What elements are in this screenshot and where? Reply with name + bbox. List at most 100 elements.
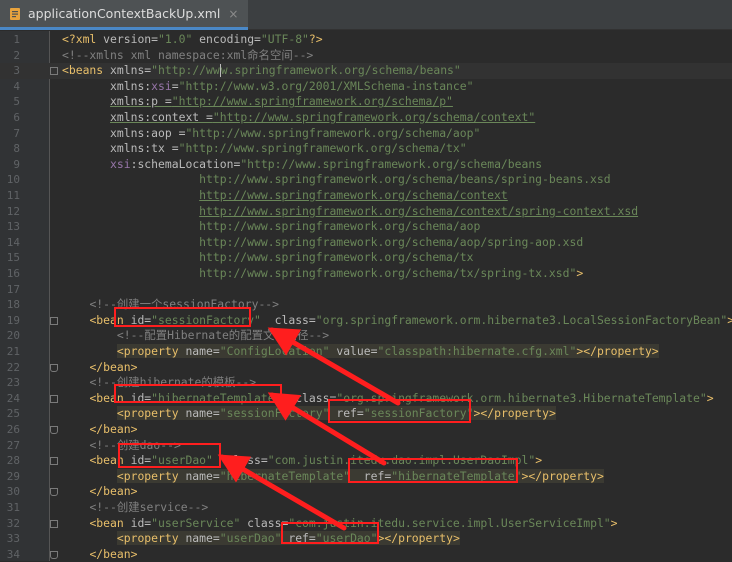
code-line[interactable]: 27 <!--创建dao--> <box>0 438 732 454</box>
code-line[interactable]: 29 <property name="hibernateTemplate" re… <box>0 468 732 485</box>
code-line[interactable]: 14 http://www.springframework.org/schema… <box>0 235 732 251</box>
code-token: http://www.springframework.org/schema/ao… <box>199 219 481 234</box>
code-token: ?> <box>308 32 323 46</box>
fold-end-icon[interactable] <box>50 363 58 372</box>
close-icon[interactable]: × <box>228 7 238 21</box>
code-text: xmlns:aop ="http://www.springframework.o… <box>62 126 480 142</box>
code-token: <bean <box>89 453 131 468</box>
editor-tab-filename: applicationContextBackUp.xml <box>28 6 221 21</box>
fold-end-icon[interactable] <box>50 426 58 434</box>
code-token: "http://www.springframework.org/schema/a… <box>185 125 481 140</box>
code-text: </bean> <box>62 484 137 500</box>
code-line[interactable]: 25 <property name="sessionFactory" ref="… <box>0 406 732 422</box>
code-line[interactable]: 10 http://www.springframework.org/schema… <box>0 172 732 188</box>
code-token: "sessionFactory" <box>363 406 474 421</box>
code-token: "http://www.springframework.org/schema/b… <box>240 156 543 171</box>
code-line[interactable]: 18 <!--创建一个sessionFactory--> <box>0 297 732 313</box>
code-line[interactable]: 33 <property name="userDao" ref="userDao… <box>0 531 732 547</box>
code-line[interactable]: 13 http://www.springframework.org/schema… <box>0 219 732 235</box>
code-line[interactable]: 28 <bean id="userDao" class="com.justin.… <box>0 453 732 469</box>
line-number: 25 <box>6 407 20 421</box>
code-token: </bean> <box>89 484 138 499</box>
code-line[interactable]: 4 xmlns:xsi="http://www.w3.org/2001/XMLS… <box>0 79 732 95</box>
line-number: 3 <box>13 64 20 78</box>
code-token: "com.justin.itedu.dao.impl.UserDaoImpl" <box>267 453 536 468</box>
code-text: http://www.springframework.org/schema/tx… <box>62 266 583 282</box>
code-line[interactable]: 9 xsi:schemaLocation="http://www.springf… <box>0 157 732 173</box>
code-token: http://www.springframework.org/schema/be… <box>199 172 611 187</box>
code-text: <property name="sessionFactory" ref="ses… <box>62 406 556 422</box>
code-line[interactable]: 22 </bean> <box>0 360 732 376</box>
code-line[interactable]: 19 <bean id="sessionFactory" class="org.… <box>0 313 732 329</box>
code-token: name= <box>185 406 220 421</box>
code-token: class= <box>240 515 289 530</box>
code-token: <!--创建一个sessionFactory--> <box>89 297 280 312</box>
fold-end-icon[interactable] <box>50 488 58 497</box>
code-token: <!--创建service--> <box>89 500 209 514</box>
line-number: 31 <box>6 501 20 514</box>
code-line[interactable]: 6 xmlns:context ="http://www.springframe… <box>0 110 732 126</box>
code-line[interactable]: 20 <!--配置Hibernate的配置文件路径--> <box>0 328 732 344</box>
code-token: ></property> <box>473 406 556 421</box>
fold-end-icon[interactable] <box>50 550 58 559</box>
code-line[interactable]: 5 xmlns:p ="http://www.springframework.o… <box>0 94 732 110</box>
code-line[interactable]: 32 <bean id="userService" class="com.jus… <box>0 516 732 532</box>
fold-expand-icon[interactable] <box>50 457 58 466</box>
fold-expand-icon[interactable] <box>50 394 58 403</box>
code-line[interactable]: 7 xmlns:aop ="http://www.springframework… <box>0 126 732 142</box>
fold-expand-icon[interactable] <box>50 67 58 76</box>
code-text: <!--创建dao--> <box>62 438 180 454</box>
code-token: xmlns:context = <box>110 110 213 124</box>
code-line[interactable]: 15 http://www.springframework.org/schema… <box>0 250 732 266</box>
code-line[interactable]: 17 <box>0 282 732 298</box>
code-token: </bean> <box>89 546 138 561</box>
code-line[interactable]: 34 </bean> <box>0 547 732 562</box>
code-token: </bean> <box>89 359 138 374</box>
code-line[interactable]: 23 <!--创建hibernate的模板--> <box>0 375 732 391</box>
code-token: http://www.springframework.org/schema/ao… <box>199 234 584 249</box>
code-token: value= <box>329 344 378 358</box>
code-line[interactable]: 16 http://www.springframework.org/schema… <box>0 266 732 282</box>
line-number: 34 <box>6 547 20 561</box>
code-token: xml <box>75 32 97 46</box>
code-line[interactable]: 8 xmlns:tx ="http://www.springframework.… <box>0 141 732 157</box>
code-text: http://www.springframework.org/schema/ao… <box>62 219 480 235</box>
code-text: </bean> <box>62 422 137 438</box>
code-editor[interactable]: 1 <?xml version="1.0" encoding="UTF-8"?> 2… <box>0 31 732 561</box>
editor-tab[interactable]: applicationContextBackUp.xml × <box>0 0 249 30</box>
code-line[interactable]: 26 </bean> <box>0 422 732 438</box>
code-token: <property <box>116 468 186 483</box>
code-line[interactable]: 11 http://www.springframework.org/schema… <box>0 188 732 204</box>
fold-expand-icon[interactable] <box>50 316 58 325</box>
code-line[interactable]: 31 <!--创建service--> <box>0 500 732 516</box>
code-token: http://www.springframework.org/schema/tx <box>199 250 474 265</box>
code-token: <property <box>116 531 186 546</box>
code-token: <property <box>116 406 186 421</box>
code-token: id= <box>130 515 152 530</box>
fold-expand-icon[interactable] <box>50 519 58 528</box>
code-line[interactable]: 30 </bean> <box>0 484 732 500</box>
code-text: <?xml version="1.0" encoding="UTF-8"?> <box>62 32 323 48</box>
code-token: > <box>706 390 714 405</box>
code-text: <!--创建hibernate的模板--> <box>62 375 256 391</box>
code-line[interactable]: 24 <bean id="hibernateTemplate" class="o… <box>0 391 732 407</box>
code-line[interactable]: 3 <beans xmlns="http://www.springframewor… <box>0 63 732 79</box>
code-line[interactable]: 21 <property name="ConfigLocation" value… <box>0 344 732 360</box>
line-number: 21 <box>6 345 20 358</box>
code-line[interactable]: 1 <?xml version="1.0" encoding="UTF-8"?> <box>0 32 732 48</box>
line-number: 5 <box>13 95 20 109</box>
code-line[interactable]: 2 <!--xmlns xml namespace:xml命名空间--> <box>0 48 732 64</box>
code-line[interactable]: 12 http://www.springframework.org/schema… <box>0 204 732 220</box>
